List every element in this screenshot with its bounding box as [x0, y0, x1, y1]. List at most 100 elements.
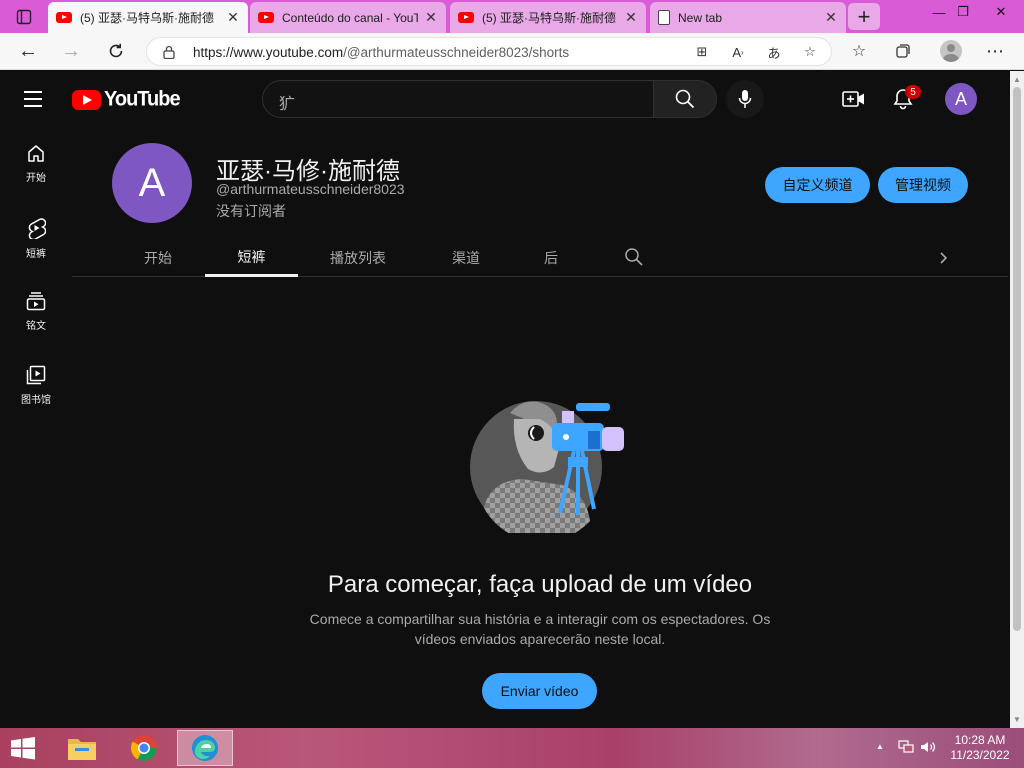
shorts-icon: [28, 218, 46, 239]
tab-playlists[interactable]: 播放列表: [320, 239, 396, 277]
clock-date: 11/23/2022: [950, 748, 1010, 762]
channel-tabs: 开始 短裤 播放列表 渠道 后: [72, 239, 1008, 277]
tab-about[interactable]: 后: [528, 239, 574, 277]
url-text: https://www.youtube.com/@arthurmateussch…: [193, 45, 569, 60]
account-avatar[interactable]: A: [945, 83, 977, 115]
subscriber-count: 没有订阅者: [216, 203, 286, 219]
taskbar-chrome[interactable]: [116, 730, 172, 766]
lock-icon: [163, 45, 175, 59]
customize-channel-button[interactable]: 自定义频道: [765, 167, 870, 203]
search-input[interactable]: 犷: [262, 80, 654, 118]
file-explorer-icon: [68, 739, 96, 760]
app-available-icon[interactable]: ⊞: [691, 43, 713, 61]
create-button[interactable]: [840, 87, 868, 111]
forward-button[interactable]: →: [56, 37, 86, 65]
tab-home[interactable]: 开始: [120, 239, 196, 277]
tab-actions-button[interactable]: [8, 4, 40, 30]
guide-item-home[interactable]: 开始: [0, 127, 72, 201]
close-tab-icon[interactable]: ✕: [424, 9, 438, 25]
voice-search-button[interactable]: [726, 80, 764, 118]
scroll-down-arrow-icon[interactable]: ▼: [1013, 715, 1021, 724]
guide-item-library[interactable]: 图书馆: [0, 349, 72, 423]
system-clock[interactable]: 10:28 AM 11/23/2022: [944, 733, 1016, 763]
tabs-next-button[interactable]: [932, 247, 954, 269]
clock-time: 10:28 AM: [954, 733, 1006, 747]
empty-state-title: Para começar, faça upload de um vídeo: [327, 571, 753, 598]
guide-label: 铭文: [26, 321, 46, 332]
empty-state-illustration: [470, 401, 624, 533]
taskbar-file-explorer[interactable]: [54, 730, 110, 766]
close-tab-icon[interactable]: ✕: [226, 9, 240, 25]
profile-avatar[interactable]: [940, 40, 962, 62]
chrome-icon: [130, 735, 157, 761]
guide-item-shorts[interactable]: 短裤: [0, 201, 72, 275]
volume-icon[interactable]: [920, 740, 936, 754]
windows-start-icon[interactable]: [8, 736, 38, 760]
youtube-icon: [458, 12, 474, 23]
guide-label: 图书馆: [21, 395, 51, 406]
url-path: /@arthurmateusschneider8023/shorts: [343, 45, 570, 60]
windows-taskbar: ▲ 10:28 AM 11/23/2022: [0, 728, 1024, 768]
url-host: https://www.youtube.com: [193, 45, 344, 60]
scrollbar-thumb[interactable]: [1013, 87, 1021, 631]
notification-badge: 5: [905, 85, 921, 99]
guide-item-subscriptions[interactable]: 铭文: [0, 275, 72, 349]
tray-overflow-icon[interactable]: ▲: [876, 742, 884, 751]
network-icon[interactable]: [898, 740, 914, 754]
library-icon: [26, 365, 46, 385]
channel-avatar: A: [112, 143, 192, 223]
microphone-icon: [738, 90, 752, 108]
add-favorite-icon[interactable]: ☆: [799, 43, 821, 61]
browser-tab-2[interactable]: Conteúdo do canal - YouTube ✕: [250, 2, 446, 33]
translate-icon[interactable]: あ: [763, 43, 785, 61]
edge-icon: [192, 735, 218, 761]
close-tab-icon[interactable]: ✕: [824, 9, 838, 25]
youtube-wordmark: YouTube: [104, 87, 181, 111]
tab-title: (5) 亚瑟·马特乌斯·施耐德: [80, 11, 214, 25]
subscriptions-icon: [26, 292, 46, 311]
masthead: YouTube 犷 5 A: [0, 71, 1010, 127]
tab-actions-icon: [16, 9, 32, 25]
upload-video-button[interactable]: Enviar vídeo: [482, 673, 597, 709]
refresh-icon: [109, 43, 123, 58]
scroll-up-arrow-icon[interactable]: ▲: [1013, 75, 1021, 84]
tab-title: New tab: [678, 10, 723, 25]
channel-handle: @arthurmateusschneider8023: [216, 181, 405, 197]
channel-search-button[interactable]: [624, 247, 644, 272]
tab-shorts[interactable]: 短裤: [205, 239, 298, 277]
browser-tab-3[interactable]: (5) 亚瑟·马特乌斯·施耐德 ✕: [450, 2, 646, 33]
menu-icon[interactable]: [24, 91, 44, 107]
youtube-icon: [56, 12, 72, 23]
youtube-logo[interactable]: YouTube: [72, 87, 181, 111]
youtube-icon: [258, 12, 274, 23]
tab-title: Conteúdo do canal - YouTube: [282, 10, 418, 25]
tab-title: (5) 亚瑟·马特乌斯·施耐德: [482, 11, 616, 25]
collections-icon[interactable]: [890, 39, 916, 63]
search-value: 犷: [279, 96, 296, 113]
search-button[interactable]: [654, 80, 717, 118]
browser-tab-1[interactable]: (5) 亚瑟·马特乌斯·施耐德 ✕: [48, 2, 248, 33]
close-tab-icon[interactable]: ✕: [624, 9, 638, 25]
tab-channels[interactable]: 渠道: [432, 239, 500, 277]
guide-label: 短裤: [26, 249, 46, 260]
guide-label: 开始: [26, 173, 46, 184]
new-tab-button[interactable]: +: [848, 3, 880, 30]
browser-tabstrip: (5) 亚瑟·马特乌斯·施耐德 ✕ Conteúdo do canal - Yo…: [0, 0, 1024, 33]
address-bar[interactable]: https://www.youtube.com/@arthurmateussch…: [146, 37, 832, 66]
search-icon: [675, 89, 695, 109]
browser-toolbar: ← → https://www.youtube.com/@arthurmateu…: [0, 33, 1024, 70]
favorites-icon[interactable]: ☆: [846, 39, 872, 63]
close-window-button[interactable]: ✕: [978, 0, 1024, 24]
more-options-icon[interactable]: ⋯: [982, 39, 1008, 63]
empty-state-description: Comece a compartilhar sua história e a i…: [309, 611, 771, 647]
refresh-button[interactable]: [101, 37, 131, 65]
page-scrollbar[interactable]: ▲ ▼: [1010, 71, 1024, 728]
taskbar-edge[interactable]: [177, 730, 233, 766]
browser-tab-4[interactable]: New tab ✕: [650, 2, 846, 33]
create-video-icon: [842, 91, 864, 107]
chevron-right-icon: [940, 252, 948, 264]
back-button[interactable]: ←: [13, 37, 43, 65]
manage-videos-button[interactable]: 管理视频: [878, 167, 968, 203]
youtube-play-icon: [72, 89, 101, 110]
read-aloud-icon[interactable]: A ›: [727, 43, 749, 61]
